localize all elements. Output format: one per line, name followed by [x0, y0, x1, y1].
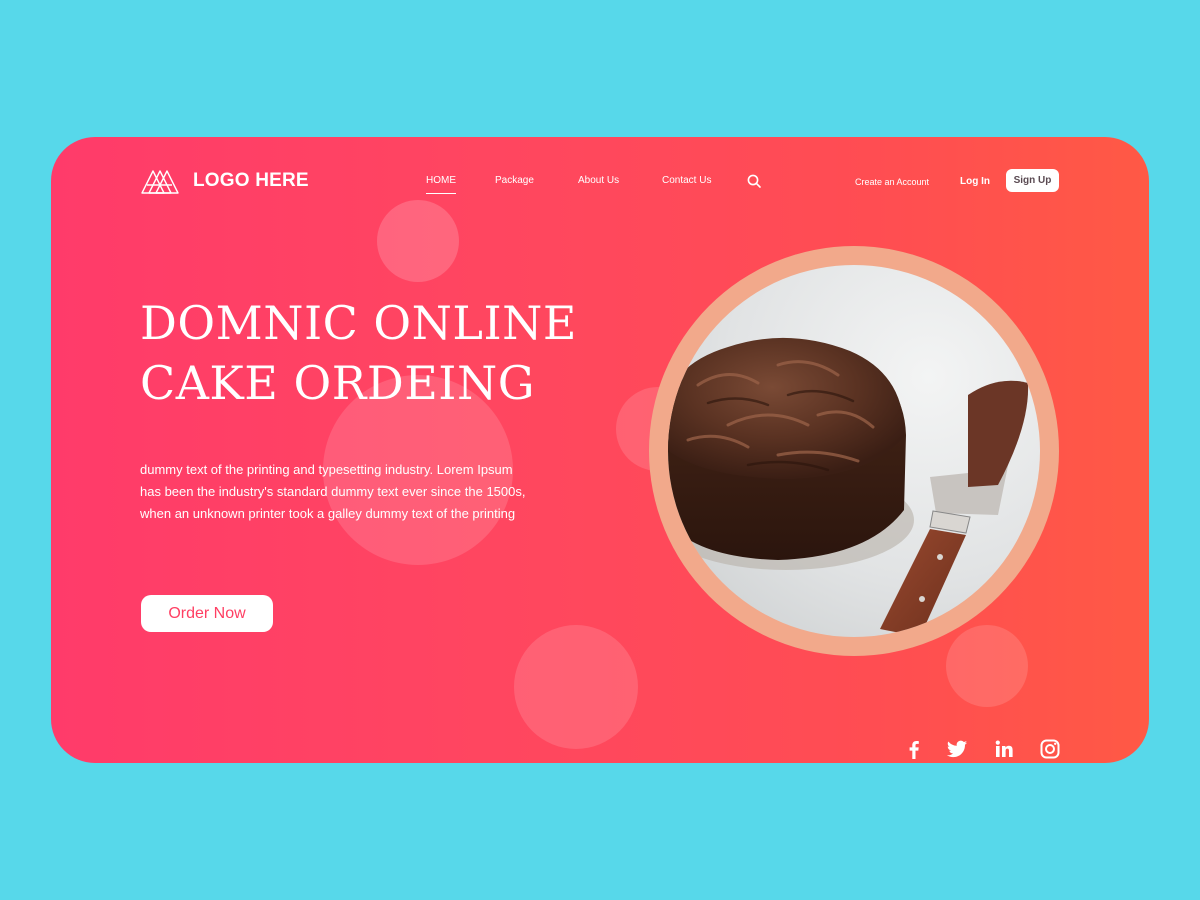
twitter-icon[interactable] — [946, 738, 968, 760]
decorative-bubble — [946, 625, 1028, 707]
hero-description: dummy text of the printing and typesetti… — [140, 459, 570, 525]
hero-title: DOMNIC ONLINE CAKE ORDEING — [140, 293, 577, 413]
mountain-logo-icon — [141, 168, 179, 194]
hero-card: LOGO HERE HOME Package About Us Contact … — [51, 137, 1149, 763]
instagram-icon[interactable] — [1039, 738, 1061, 760]
logo[interactable]: LOGO HERE — [141, 168, 309, 194]
nav-item-contact-us[interactable]: Contact Us — [662, 175, 711, 186]
hero-description-line: when an unknown printer took a galley du… — [140, 506, 516, 521]
logo-text: LOGO HERE — [193, 170, 309, 191]
hero-description-line: dummy text of the printing and typesetti… — [140, 462, 513, 477]
nav-item-home[interactable]: HOME — [426, 175, 456, 194]
facebook-icon[interactable] — [903, 738, 925, 760]
nav-item-package[interactable]: Package — [495, 175, 534, 186]
chocolate-cake-photo — [668, 265, 1040, 637]
search-icon[interactable] — [746, 173, 762, 189]
nav-item-about-us[interactable]: About Us — [578, 175, 619, 186]
decorative-bubble — [377, 200, 459, 282]
linkedin-icon[interactable] — [993, 738, 1015, 760]
hero-title-line: DOMNIC ONLINE — [140, 296, 577, 350]
order-now-button[interactable]: Order Now — [141, 595, 273, 632]
hero-title-line: CAKE ORDEING — [140, 356, 535, 410]
signup-button[interactable]: Sign Up — [1006, 169, 1059, 192]
hero-description-line: has been the industry's standard dummy t… — [140, 484, 526, 499]
decorative-bubble — [514, 625, 638, 749]
login-link[interactable]: Log In — [960, 176, 990, 187]
create-account-link[interactable]: Create an Account — [855, 177, 929, 187]
